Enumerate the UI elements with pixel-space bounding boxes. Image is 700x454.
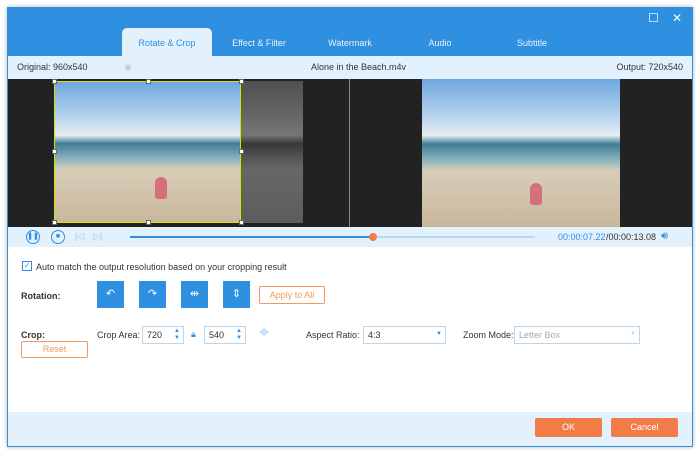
file-name: Alone in the Beach.m4v (311, 62, 407, 72)
aspect-ratio-value: 4:3 (368, 330, 381, 340)
crop-frame[interactable] (54, 81, 241, 223)
apply-to-all-button[interactable]: Apply to All (259, 286, 325, 304)
rotate-right-button[interactable]: ↷ (139, 281, 166, 308)
crop-label: Crop: (21, 330, 45, 340)
tab-effect-filter[interactable]: Effect & Filter (214, 28, 304, 56)
tab-subtitle[interactable]: Subtitle (487, 28, 577, 56)
auto-match-label: Auto match the output resolution based o… (36, 262, 287, 272)
crop-height-value: 540 (209, 330, 225, 340)
tab-audio[interactable]: Audio (395, 28, 485, 56)
zoom-mode-select[interactable]: Letter Box ▼ (514, 326, 640, 344)
cancel-button[interactable]: Cancel (611, 418, 678, 437)
zoom-mode-label: Zoom Mode: (463, 330, 514, 340)
pause-button[interactable]: ❚❚ (26, 230, 40, 244)
progress-slider[interactable] (130, 233, 535, 241)
stop-button[interactable]: ■ (51, 230, 65, 244)
footer: OK Cancel (8, 412, 692, 446)
aspect-ratio-select[interactable]: 4:3 ▼ (363, 326, 446, 344)
maximize-icon[interactable]: ☐ (648, 11, 659, 25)
info-bar: Original: 960x540 ◉ Alone in the Beach.m… (8, 56, 692, 79)
crop-width-value: 720 (147, 330, 163, 340)
eye-icon[interactable]: ◉ (124, 56, 132, 79)
next-frame-icon[interactable]: ▷| (93, 231, 102, 242)
flip-vertical-button[interactable]: ⇕ (223, 281, 250, 308)
reset-button[interactable]: Reset (21, 341, 88, 358)
current-time: 00:00:07.22 (558, 232, 606, 242)
crop-area-label: Crop Area: (97, 330, 141, 340)
volume-icon[interactable]: 🔊︎ (661, 230, 668, 243)
header: ☐ ✕ Rotate & Crop Effect & Filter Waterm… (8, 8, 692, 56)
output-video (422, 79, 620, 227)
center-crop-icon[interactable]: ⌖ (259, 322, 269, 343)
zoom-mode-value: Letter Box (519, 330, 561, 340)
player-controls: ❚❚ ■ |◁ ▷| 00:00:07.22 /00:00:13.08 🔊︎ (8, 227, 692, 247)
aspect-ratio-label: Aspect Ratio: (306, 330, 360, 340)
output-resolution: Output: 720x540 (616, 62, 683, 72)
tab-watermark[interactable]: Watermark (305, 28, 395, 56)
auto-match-checkbox[interactable]: ✓ (22, 261, 32, 271)
crop-height-input[interactable]: 540 ▲ ▼ (204, 326, 246, 344)
crop-width-input[interactable]: 720 ▲ ▼ (142, 326, 184, 344)
video-preview (8, 79, 692, 227)
rotation-label: Rotation: (21, 291, 61, 301)
crop-window: ☐ ✕ Rotate & Crop Effect & Filter Waterm… (7, 7, 693, 447)
prev-frame-icon[interactable]: |◁ (75, 231, 84, 242)
original-resolution: Original: 960x540 (17, 62, 88, 72)
tab-rotate-crop[interactable]: Rotate & Crop (122, 28, 212, 56)
rotate-left-button[interactable]: ↶ (97, 281, 124, 308)
close-icon[interactable]: ✕ (672, 11, 682, 25)
flip-horizontal-button[interactable]: ⇹ (181, 281, 208, 308)
lock-icon[interactable]: 🔒︎ (191, 329, 196, 340)
ok-button[interactable]: OK (535, 418, 602, 437)
total-time: /00:00:13.08 (606, 232, 657, 242)
